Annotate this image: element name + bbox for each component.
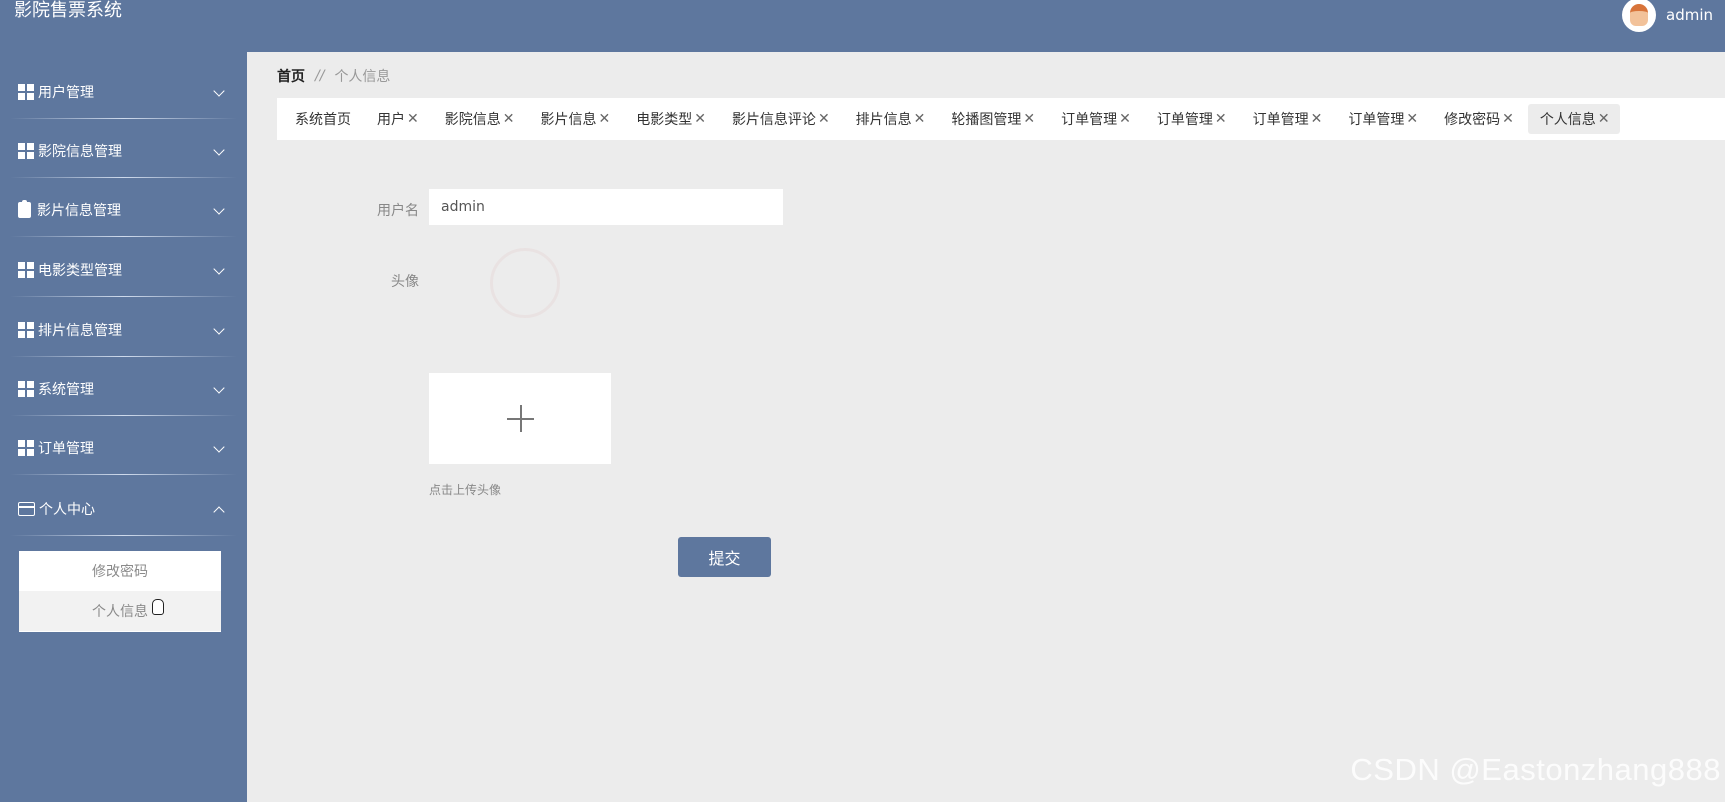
tab-cinema-info[interactable]: 影院信息 ✕ xyxy=(433,104,525,134)
close-icon[interactable]: ✕ xyxy=(818,111,830,127)
breadcrumb: 首页 // 个人信息 xyxy=(277,66,390,86)
tab-personal-info[interactable]: 个人信息 ✕ xyxy=(1527,104,1620,134)
grid-icon xyxy=(18,381,34,397)
tab-label: 影片信息 xyxy=(540,112,597,128)
grid-icon xyxy=(18,322,34,338)
grid-icon xyxy=(18,143,34,159)
tab-schedule-info[interactable]: 排片信息 ✕ xyxy=(844,104,936,134)
watermark: CSDN @Eastonzhang888 xyxy=(1350,752,1721,787)
tab-orders-4[interactable]: 订单管理 ✕ xyxy=(1336,104,1428,134)
avatar-label: 头像 xyxy=(391,274,419,290)
close-icon[interactable]: ✕ xyxy=(1119,111,1131,127)
chevron-down-icon xyxy=(213,323,225,335)
tab-label: 订单管理 xyxy=(1061,112,1118,128)
chevron-down-icon xyxy=(213,144,225,156)
submit-button[interactable]: 提交 xyxy=(678,537,771,577)
tab-label: 个人信息 xyxy=(1539,112,1596,128)
sidebar-item-personal-center[interactable]: 个人中心 xyxy=(0,480,247,538)
plus-icon xyxy=(520,405,522,432)
top-bar: 影院售票系统 admin xyxy=(0,0,1725,52)
close-icon[interactable]: ✕ xyxy=(1023,111,1035,127)
submenu-item-personal-info[interactable]: 个人信息 xyxy=(19,591,221,631)
sidebar-item-cinema-management[interactable]: 影院信息管理 xyxy=(0,122,247,180)
tab-bar: 系统首页 用户 ✕ 影院信息 ✕ 影片信息 ✕ 电影类型 ✕ 影片信息评论 ✕ 排片信息 ✕… xyxy=(277,98,1725,140)
sidebar-item-label: 电影类型管理 xyxy=(38,263,122,279)
tab-label: 订单管理 xyxy=(1252,112,1309,128)
sidebar-item-label: 影片信息管理 xyxy=(37,203,121,219)
clipboard-icon xyxy=(18,200,31,218)
close-icon[interactable]: ✕ xyxy=(503,111,515,127)
tab-film-comments[interactable]: 影片信息评论 ✕ xyxy=(720,104,840,134)
close-icon[interactable]: ✕ xyxy=(598,111,610,127)
grid-icon xyxy=(18,84,34,100)
user-avatar[interactable] xyxy=(1622,0,1656,32)
sidebar-item-label: 用户管理 xyxy=(38,85,94,101)
chevron-down-icon xyxy=(213,85,225,97)
sidebar-item-genre-management[interactable]: 电影类型管理 xyxy=(0,241,247,299)
breadcrumb-current: 个人信息 xyxy=(334,69,391,85)
chevron-down-icon xyxy=(213,263,225,275)
close-icon[interactable]: ✕ xyxy=(1311,111,1323,127)
breadcrumb-separator: // xyxy=(315,68,325,84)
close-icon[interactable]: ✕ xyxy=(407,111,419,127)
tab-orders-3[interactable]: 订单管理 ✕ xyxy=(1241,104,1333,134)
chevron-up-icon xyxy=(213,506,225,518)
upload-hint: 点击上传头像 xyxy=(429,483,502,497)
grid-icon xyxy=(18,440,34,456)
submenu-item-change-password[interactable]: 修改密码 xyxy=(19,551,221,591)
close-icon[interactable]: ✕ xyxy=(1598,111,1610,127)
tab-change-password[interactable]: 修改密码 ✕ xyxy=(1432,104,1524,134)
tab-label: 排片信息 xyxy=(855,112,912,128)
tab-orders-2[interactable]: 订单管理 ✕ xyxy=(1145,104,1237,134)
username-label: 用户名 xyxy=(377,203,419,219)
close-icon[interactable]: ✕ xyxy=(1502,111,1514,127)
tab-orders-1[interactable]: 订单管理 ✕ xyxy=(1049,104,1141,134)
avatar-upload-button[interactable] xyxy=(429,373,611,464)
tab-film-info[interactable]: 影片信息 ✕ xyxy=(528,104,620,134)
tab-user[interactable]: 用户 ✕ xyxy=(365,104,429,134)
close-icon[interactable]: ✕ xyxy=(1406,111,1418,127)
tab-label: 修改密码 xyxy=(1444,112,1501,128)
tab-movie-genre[interactable]: 电影类型 ✕ xyxy=(624,104,716,134)
wallet-icon xyxy=(18,502,35,516)
user-name[interactable]: admin xyxy=(1666,6,1713,24)
tab-label: 影院信息 xyxy=(444,112,501,128)
avatar-face-icon xyxy=(1630,4,1648,26)
tab-system-home[interactable]: 系统首页 xyxy=(283,104,361,134)
tab-label: 系统首页 xyxy=(295,112,351,128)
sidebar-item-film-management[interactable]: 影片信息管理 xyxy=(0,181,247,239)
tab-label: 影片信息评论 xyxy=(731,112,816,128)
sidebar-item-label: 系统管理 xyxy=(38,382,94,398)
sidebar-item-label: 订单管理 xyxy=(38,441,94,457)
tab-label: 用户 xyxy=(377,112,405,128)
personal-center-submenu: 修改密码 个人信息 xyxy=(19,551,221,632)
tab-label: 订单管理 xyxy=(1348,112,1405,128)
username-input[interactable] xyxy=(429,189,783,225)
avatar-preview xyxy=(490,248,560,318)
sidebar-item-label: 个人中心 xyxy=(39,502,95,518)
tab-label: 电影类型 xyxy=(636,112,693,128)
tab-label: 订单管理 xyxy=(1156,112,1213,128)
sidebar-item-order-management[interactable]: 订单管理 xyxy=(0,419,247,477)
sidebar-item-schedule-management[interactable]: 排片信息管理 xyxy=(0,301,247,359)
tab-carousel[interactable]: 轮播图管理 ✕ xyxy=(939,104,1045,134)
sidebar-item-label: 排片信息管理 xyxy=(38,323,122,339)
breadcrumb-home[interactable]: 首页 xyxy=(277,66,305,86)
sidebar-item-system-management[interactable]: 系统管理 xyxy=(0,360,247,418)
user-menu[interactable]: admin xyxy=(1622,0,1713,32)
sidebar-item-label: 影院信息管理 xyxy=(38,144,122,160)
app-title: 影院售票系统 xyxy=(14,0,122,21)
chevron-down-icon xyxy=(213,203,225,215)
grid-icon xyxy=(18,262,34,278)
close-icon[interactable]: ✕ xyxy=(694,111,706,127)
tab-label: 轮播图管理 xyxy=(951,112,1022,128)
sidebar-item-user-management[interactable]: 用户管理 xyxy=(0,63,247,121)
hand-cursor-icon xyxy=(152,599,164,615)
chevron-down-icon xyxy=(213,441,225,453)
close-icon[interactable]: ✕ xyxy=(914,111,926,127)
chevron-down-icon xyxy=(213,382,225,394)
close-icon[interactable]: ✕ xyxy=(1215,111,1227,127)
